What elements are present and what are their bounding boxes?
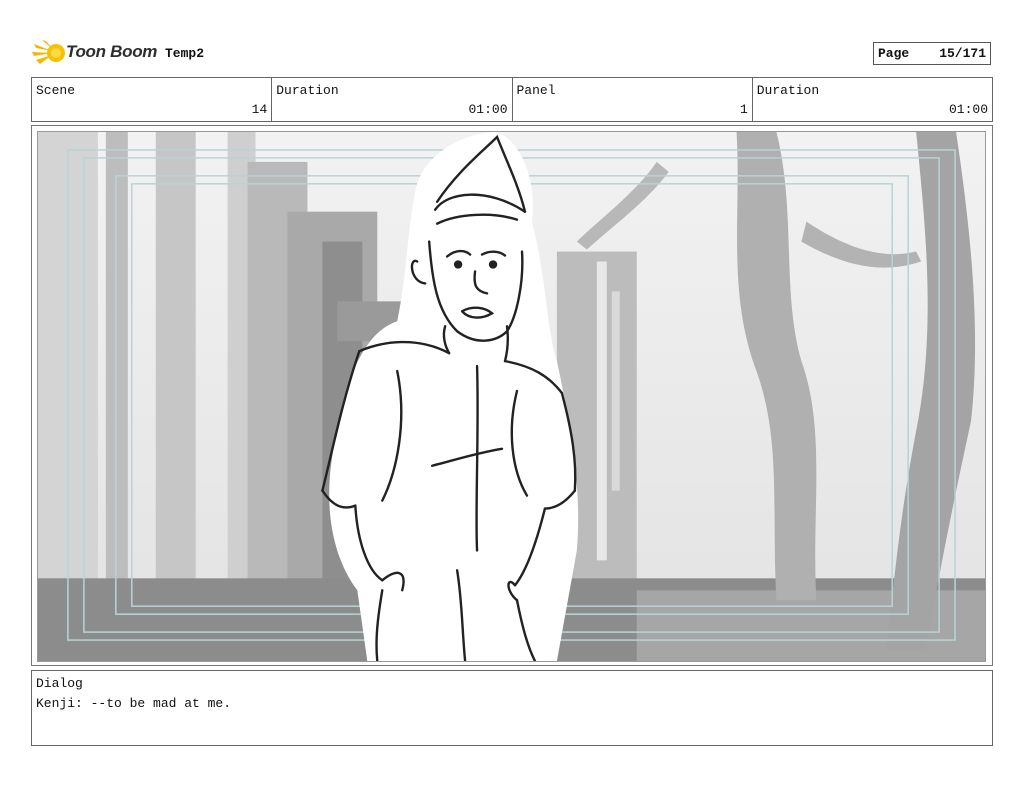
panel-value: 1 [739, 102, 748, 117]
panel-duration-cell: Duration 01:00 [753, 78, 992, 121]
panel-cell: Panel 1 [513, 78, 753, 121]
storyboard-panel-image [37, 131, 986, 662]
project-title: Temp2 [165, 46, 205, 61]
page-label: Page [878, 46, 910, 61]
panel-duration-value: 01:00 [948, 102, 988, 117]
scene-label: Scene [36, 83, 76, 98]
logo-wordmark: Toon Boom [66, 42, 158, 61]
scene-value: 14 [251, 102, 268, 117]
scene-duration-label: Duration [276, 83, 339, 98]
scene-duration-cell: Duration 01:00 [272, 78, 513, 121]
scene-duration-value: 01:00 [468, 102, 508, 117]
dialog-text: Kenji: --to be mad at me. [36, 696, 232, 711]
page-number: 15/171 [939, 46, 986, 61]
panel-info-bar: Scene 14 Duration 01:00 Panel 1 Duration… [31, 77, 993, 122]
page-indicator: Page 15/171 [873, 42, 991, 65]
dialog-label: Dialog [36, 676, 83, 691]
panel-label: Panel [516, 83, 556, 98]
panel-duration-label: Duration [756, 83, 820, 98]
scene-cell: Scene 14 [32, 78, 273, 121]
dialog-box: Dialog Kenji: --to be mad at me. [31, 670, 993, 746]
